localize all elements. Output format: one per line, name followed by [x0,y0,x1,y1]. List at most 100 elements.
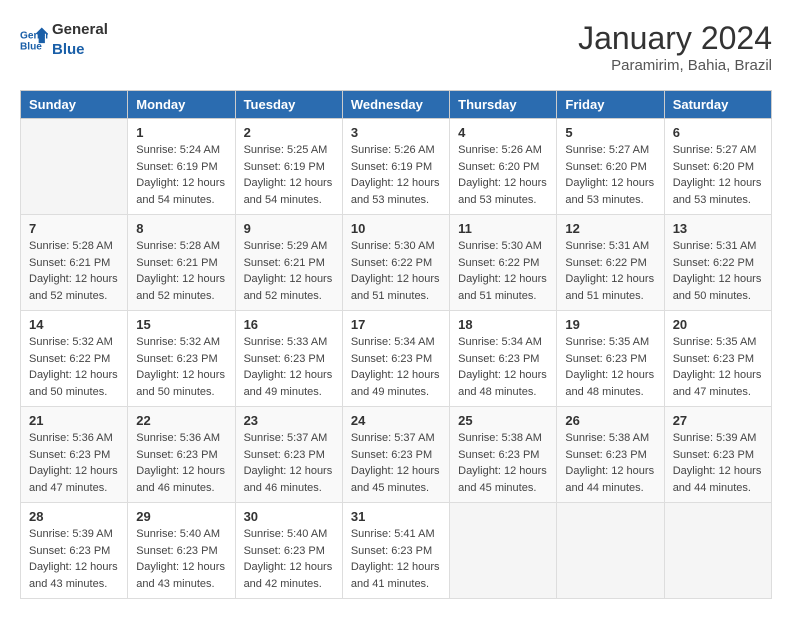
week-row-1: 1 Sunrise: 5:24 AM Sunset: 6:19 PM Daylig… [21,119,772,215]
day-number: 19 [565,317,655,332]
day-number: 27 [673,413,763,428]
day-info: Sunrise: 5:27 AM Sunset: 6:20 PM Dayligh… [565,142,655,208]
day-info: Sunrise: 5:30 AM Sunset: 6:22 PM Dayligh… [458,238,548,304]
day-info: Sunrise: 5:35 AM Sunset: 6:23 PM Dayligh… [565,334,655,400]
week-row-2: 7 Sunrise: 5:28 AM Sunset: 6:21 PM Daylig… [21,215,772,311]
day-number: 1 [136,125,226,140]
day-number: 24 [351,413,441,428]
cell-w3-d7: 20 Sunrise: 5:35 AM Sunset: 6:23 PM Dayli… [664,311,771,407]
cell-w5-d5 [450,503,557,599]
day-info: Sunrise: 5:31 AM Sunset: 6:22 PM Dayligh… [565,238,655,304]
day-number: 11 [458,221,548,236]
day-number: 2 [244,125,334,140]
cell-w2-d7: 13Sunrise: 5:31 AM Sunset: 6:22 PM Dayli… [664,215,771,311]
cell-w4-d7: 27Sunrise: 5:39 AM Sunset: 6:23 PM Dayli… [664,407,771,503]
week-row-5: 28 Sunrise: 5:39 AM Sunset: 6:23 PM Dayli… [21,503,772,599]
day-info: Sunrise: 5:37 AM Sunset: 6:23 PM Dayligh… [244,430,334,496]
day-info: Sunrise: 5:30 AM Sunset: 6:22 PM Dayligh… [351,238,441,304]
day-number: 29 [136,509,226,524]
day-number: 16 [244,317,334,332]
day-number: 7 [29,221,119,236]
day-number: 3 [351,125,441,140]
week-row-3: 14 Sunrise: 5:32 AM Sunset: 6:22 PM Dayli… [21,311,772,407]
header-sunday: Sunday [21,91,128,119]
logo-line1: General [52,20,108,40]
cell-w5-d2: 29Sunrise: 5:40 AM Sunset: 6:23 PM Dayli… [128,503,235,599]
day-info: Sunrise: 5:24 AM Sunset: 6:19 PM Dayligh… [136,142,226,208]
cell-w1-d2: 1 Sunrise: 5:24 AM Sunset: 6:19 PM Daylig… [128,119,235,215]
main-title: January 2024 [578,20,772,57]
day-info: Sunrise: 5:41 AM Sunset: 6:23 PM Dayligh… [351,526,441,592]
day-number: 6 [673,125,763,140]
cell-w5-d4: 31 Sunrise: 5:41 AM Sunset: 6:23 PM Dayli… [342,503,449,599]
day-number: 14 [29,317,119,332]
day-info: Sunrise: 5:34 AM Sunset: 6:23 PM Dayligh… [351,334,441,400]
cell-w3-d1: 14 Sunrise: 5:32 AM Sunset: 6:22 PM Dayli… [21,311,128,407]
day-number: 21 [29,413,119,428]
day-number: 31 [351,509,441,524]
day-info: Sunrise: 5:40 AM Sunset: 6:23 PM Dayligh… [244,526,334,592]
day-info: Sunrise: 5:39 AM Sunset: 6:23 PM Dayligh… [29,526,119,592]
day-number: 18 [458,317,548,332]
cell-w3-d2: 15 Sunrise: 5:32 AM Sunset: 6:23 PM Dayli… [128,311,235,407]
day-info: Sunrise: 5:35 AM Sunset: 6:23 PM Dayligh… [673,334,763,400]
day-number: 5 [565,125,655,140]
cell-w4-d1: 21 Sunrise: 5:36 AM Sunset: 6:23 PM Dayli… [21,407,128,503]
day-info: Sunrise: 5:26 AM Sunset: 6:19 PM Dayligh… [351,142,441,208]
day-number: 28 [29,509,119,524]
cell-w4-d5: 25Sunrise: 5:38 AM Sunset: 6:23 PM Dayli… [450,407,557,503]
day-number: 10 [351,221,441,236]
header-thursday: Thursday [450,91,557,119]
cell-w5-d1: 28 Sunrise: 5:39 AM Sunset: 6:23 PM Dayli… [21,503,128,599]
page-header: General Blue General Blue January 2024 P… [20,20,772,74]
cell-w2-d3: 9Sunrise: 5:29 AM Sunset: 6:21 PM Daylig… [235,215,342,311]
header-wednesday: Wednesday [342,91,449,119]
day-number: 12 [565,221,655,236]
header-friday: Friday [557,91,664,119]
day-info: Sunrise: 5:36 AM Sunset: 6:23 PM Dayligh… [29,430,119,496]
header-monday: Monday [128,91,235,119]
cell-w2-d1: 7 Sunrise: 5:28 AM Sunset: 6:21 PM Daylig… [21,215,128,311]
cell-w4-d3: 23Sunrise: 5:37 AM Sunset: 6:23 PM Dayli… [235,407,342,503]
cell-w4-d2: 22Sunrise: 5:36 AM Sunset: 6:23 PM Dayli… [128,407,235,503]
day-number: 30 [244,509,334,524]
cell-w1-d6: 5 Sunrise: 5:27 AM Sunset: 6:20 PM Daylig… [557,119,664,215]
day-number: 17 [351,317,441,332]
logo: General Blue General Blue [20,20,108,59]
cell-w1-d1 [21,119,128,215]
cell-w5-d6 [557,503,664,599]
cell-w2-d4: 10 Sunrise: 5:30 AM Sunset: 6:22 PM Dayli… [342,215,449,311]
cell-w1-d5: 4 Sunrise: 5:26 AM Sunset: 6:20 PM Daylig… [450,119,557,215]
cell-w1-d3: 2 Sunrise: 5:25 AM Sunset: 6:19 PM Daylig… [235,119,342,215]
day-number: 15 [136,317,226,332]
day-number: 8 [136,221,226,236]
day-info: Sunrise: 5:32 AM Sunset: 6:23 PM Dayligh… [136,334,226,400]
day-info: Sunrise: 5:38 AM Sunset: 6:23 PM Dayligh… [565,430,655,496]
day-info: Sunrise: 5:37 AM Sunset: 6:23 PM Dayligh… [351,430,441,496]
day-info: Sunrise: 5:27 AM Sunset: 6:20 PM Dayligh… [673,142,763,208]
day-info: Sunrise: 5:25 AM Sunset: 6:19 PM Dayligh… [244,142,334,208]
day-info: Sunrise: 5:33 AM Sunset: 6:23 PM Dayligh… [244,334,334,400]
week-row-4: 21 Sunrise: 5:36 AM Sunset: 6:23 PM Dayli… [21,407,772,503]
cell-w2-d2: 8 Sunrise: 5:28 AM Sunset: 6:21 PM Daylig… [128,215,235,311]
cell-w3-d6: 19 Sunrise: 5:35 AM Sunset: 6:23 PM Dayli… [557,311,664,407]
day-number: 4 [458,125,548,140]
cell-w1-d7: 6 Sunrise: 5:27 AM Sunset: 6:20 PM Daylig… [664,119,771,215]
header-saturday: Saturday [664,91,771,119]
cell-w5-d7 [664,503,771,599]
cell-w2-d6: 12 Sunrise: 5:31 AM Sunset: 6:22 PM Dayli… [557,215,664,311]
day-info: Sunrise: 5:38 AM Sunset: 6:23 PM Dayligh… [458,430,548,496]
day-info: Sunrise: 5:28 AM Sunset: 6:21 PM Dayligh… [29,238,119,304]
header-row: SundayMondayTuesdayWednesdayThursdayFrid… [21,91,772,119]
subtitle: Paramirim, Bahia, Brazil [578,57,772,74]
logo-icon: General Blue [20,26,48,54]
day-info: Sunrise: 5:26 AM Sunset: 6:20 PM Dayligh… [458,142,548,208]
cell-w5-d3: 30 Sunrise: 5:40 AM Sunset: 6:23 PM Dayli… [235,503,342,599]
day-info: Sunrise: 5:32 AM Sunset: 6:22 PM Dayligh… [29,334,119,400]
day-number: 20 [673,317,763,332]
cell-w1-d4: 3 Sunrise: 5:26 AM Sunset: 6:19 PM Daylig… [342,119,449,215]
day-info: Sunrise: 5:31 AM Sunset: 6:22 PM Dayligh… [673,238,763,304]
day-info: Sunrise: 5:28 AM Sunset: 6:21 PM Dayligh… [136,238,226,304]
day-info: Sunrise: 5:36 AM Sunset: 6:23 PM Dayligh… [136,430,226,496]
logo-line2: Blue [52,40,108,60]
